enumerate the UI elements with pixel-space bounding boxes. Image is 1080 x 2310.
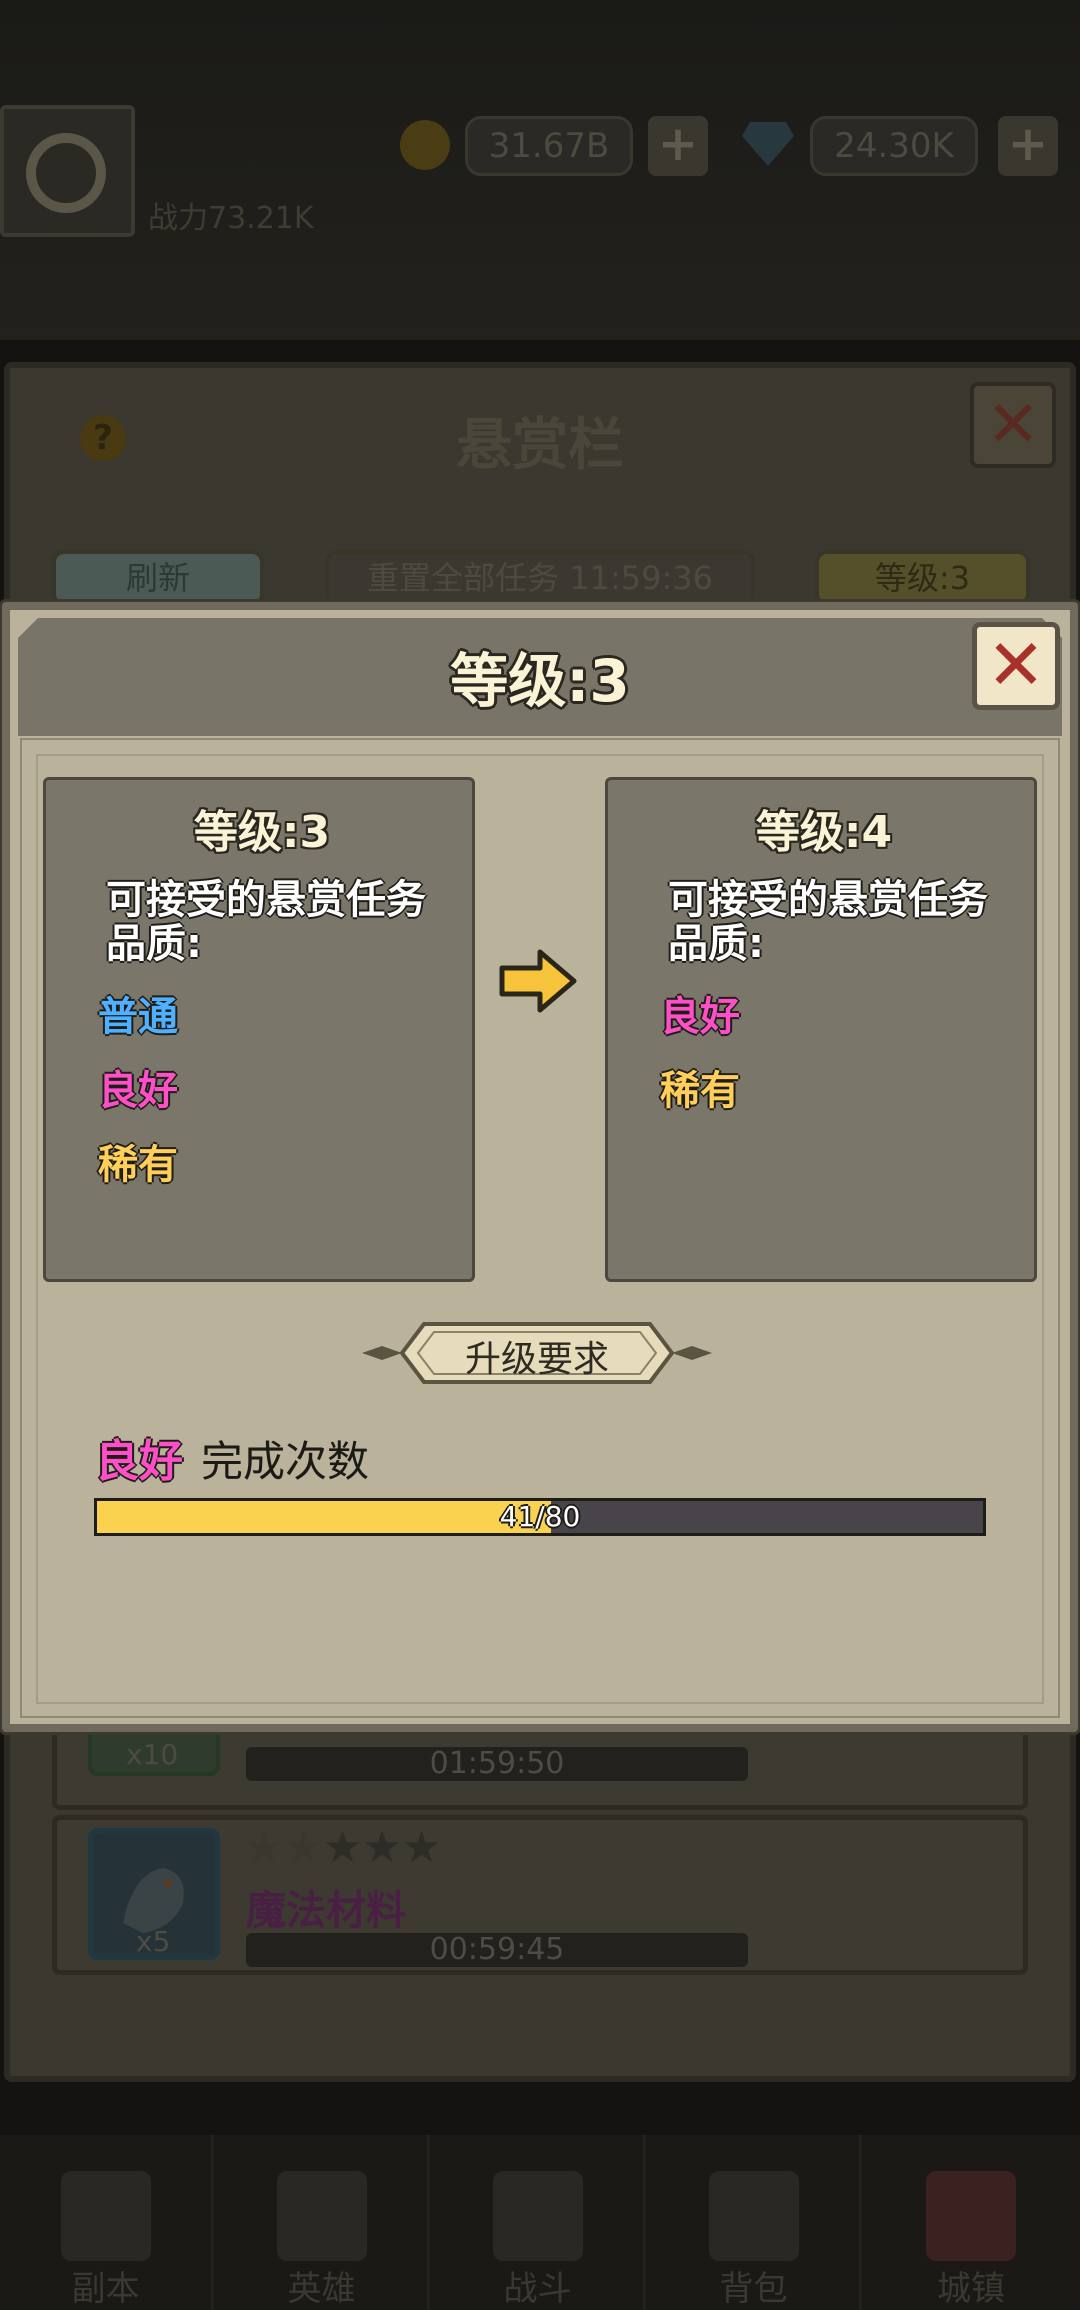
current-level-desc: 可接受的悬赏任务品质: (106, 877, 426, 967)
current-level-card: 等级:3 可接受的悬赏任务品质: 普通 良好 稀有 (43, 777, 475, 1282)
star-icon: ★ (283, 1822, 323, 1873)
nav-town[interactable]: 城镇 (864, 2135, 1078, 2310)
backpack-icon (708, 2171, 799, 2261)
swords-icon (492, 2171, 583, 2261)
nav-bag[interactable]: 背包 (648, 2135, 862, 2310)
requirement-title: 升级要求 (464, 1339, 609, 1380)
reward-qty: x10 (126, 1738, 179, 1771)
star-icon: ★ (401, 1822, 442, 1873)
current-level-title: 等级:3 (193, 807, 331, 858)
refresh-button[interactable]: 刷新 (52, 550, 264, 606)
nav-label: 英雄 (287, 2269, 356, 2309)
nav-label: 战斗 (503, 2269, 572, 2309)
quality-good: 良好 (98, 1068, 178, 1114)
star-icon: ★ (322, 1822, 363, 1873)
nav-label: 背包 (719, 2269, 788, 2309)
requirement-line: 良好 完成次数 (95, 1425, 369, 1489)
star-icon: ★ (362, 1822, 402, 1873)
castle-icon (926, 2171, 1016, 2261)
quality-rare: 稀有 (660, 1068, 740, 1114)
helmet-icon (276, 2171, 367, 2261)
add-gem-button[interactable]: + (998, 116, 1058, 176)
avatar-creature-icon (26, 133, 106, 213)
gem-amount: 24.30K (810, 116, 978, 176)
quality-rare: 稀有 (98, 1142, 178, 1188)
requirement-progress-bar: 41/80 (94, 1498, 986, 1536)
add-gold-button[interactable]: + (648, 116, 708, 176)
map-icon (60, 2171, 151, 2261)
gem-icon (742, 122, 794, 166)
star-icon: ★ (244, 1822, 284, 1873)
requirement-quality: 良好 (95, 1436, 183, 1487)
gold-coin-icon (400, 120, 450, 170)
next-level-desc: 可接受的悬赏任务品质: (668, 877, 988, 967)
requirement-label: 完成次数 (201, 1437, 370, 1486)
progress-text: 41/80 (499, 1500, 581, 1533)
right-arrow-icon (499, 949, 577, 1013)
modal-close-button[interactable]: ✕ (972, 622, 1060, 710)
nav-label: 副本 (71, 2269, 140, 2309)
avatar[interactable] (0, 105, 135, 237)
combat-power: 战力73.21K (148, 201, 314, 236)
next-level-title: 等级:4 (755, 807, 893, 858)
modal-title: 等级:3 (450, 647, 630, 715)
level-button[interactable]: 等级:3 (815, 550, 1030, 606)
star-rating: ★★★★★ (244, 1822, 441, 1873)
nav-label: 城镇 (937, 2269, 1005, 2309)
bounty-board-title: 悬赏栏 (456, 413, 624, 478)
reward-qty: x5 (136, 1925, 171, 1958)
reward-name: 魔法材料 (246, 1888, 406, 1934)
nav-heroes[interactable]: 英雄 (216, 2135, 430, 2310)
row-timer: 00:59:45 (246, 1933, 748, 1967)
nav-battle[interactable]: 战斗 (432, 2135, 646, 2310)
row-timer: 01:59:50 (246, 1747, 748, 1781)
quality-common: 普通 (98, 994, 178, 1040)
nav-dungeon[interactable]: 副本 (0, 2135, 214, 2310)
gold-amount: 31.67B (465, 116, 633, 176)
quality-good: 良好 (660, 994, 740, 1040)
board-close-button[interactable]: ✕ (970, 382, 1056, 468)
reset-timer: 重置全部任务 11:59:36 (325, 550, 755, 606)
next-level-card: 等级:4 可接受的悬赏任务品质: 良好 稀有 (605, 777, 1037, 1282)
